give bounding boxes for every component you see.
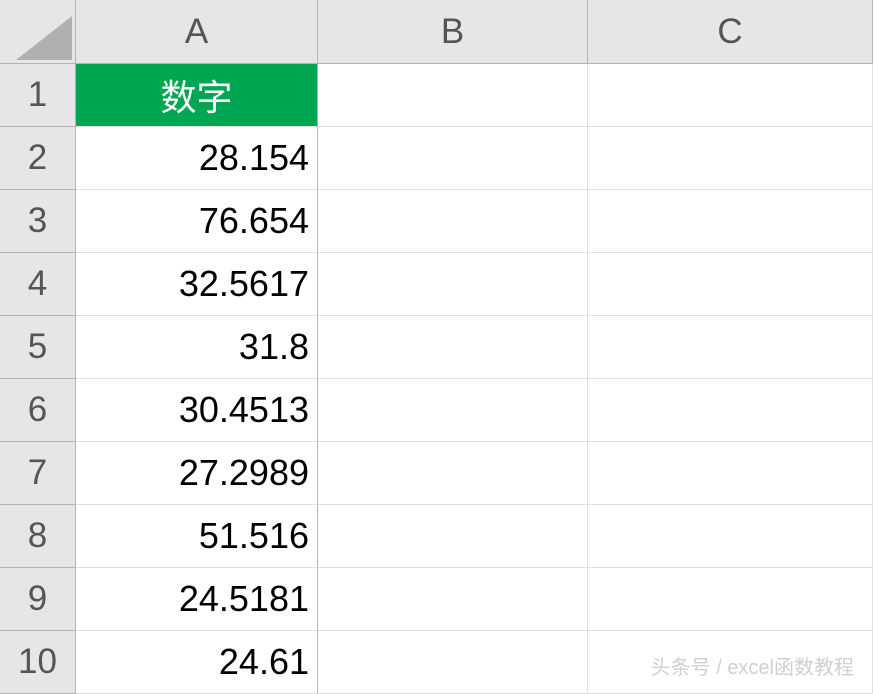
cell-c5[interactable] xyxy=(588,316,873,379)
cell-a10[interactable]: 24.61 xyxy=(76,631,318,694)
spreadsheet-grid: A B C 1 数字 2 28.154 3 76.654 4 32.5617 5… xyxy=(0,0,874,694)
cell-c1[interactable] xyxy=(588,64,873,127)
row-header-7[interactable]: 7 xyxy=(0,442,76,505)
cell-c2[interactable] xyxy=(588,127,873,190)
cell-b10[interactable] xyxy=(318,631,588,694)
cell-a2[interactable]: 28.154 xyxy=(76,127,318,190)
cell-a8[interactable]: 51.516 xyxy=(76,505,318,568)
cell-b7[interactable] xyxy=(318,442,588,505)
cell-c8[interactable] xyxy=(588,505,873,568)
row-header-10[interactable]: 10 xyxy=(0,631,76,694)
cell-a4[interactable]: 32.5617 xyxy=(76,253,318,316)
cell-b1[interactable] xyxy=(318,64,588,127)
cell-b4[interactable] xyxy=(318,253,588,316)
row-header-1[interactable]: 1 xyxy=(0,64,76,127)
cell-b3[interactable] xyxy=(318,190,588,253)
cell-c7[interactable] xyxy=(588,442,873,505)
cell-c3[interactable] xyxy=(588,190,873,253)
cell-a3[interactable]: 76.654 xyxy=(76,190,318,253)
cell-a6[interactable]: 30.4513 xyxy=(76,379,318,442)
col-header-a[interactable]: A xyxy=(76,0,318,64)
cell-b9[interactable] xyxy=(318,568,588,631)
cell-c6[interactable] xyxy=(588,379,873,442)
row-header-5[interactable]: 5 xyxy=(0,316,76,379)
cell-a7[interactable]: 27.2989 xyxy=(76,442,318,505)
cell-b8[interactable] xyxy=(318,505,588,568)
cell-c9[interactable] xyxy=(588,568,873,631)
row-header-2[interactable]: 2 xyxy=(0,127,76,190)
cell-a1[interactable]: 数字 xyxy=(76,64,318,127)
watermark-text: 头条号 / excel函数教程 xyxy=(651,651,854,680)
cell-a5[interactable]: 31.8 xyxy=(76,316,318,379)
row-header-9[interactable]: 9 xyxy=(0,568,76,631)
cell-b5[interactable] xyxy=(318,316,588,379)
cell-c4[interactable] xyxy=(588,253,873,316)
row-header-3[interactable]: 3 xyxy=(0,190,76,253)
cell-b6[interactable] xyxy=(318,379,588,442)
col-header-c[interactable]: C xyxy=(588,0,873,64)
col-header-b[interactable]: B xyxy=(318,0,588,64)
row-header-8[interactable]: 8 xyxy=(0,505,76,568)
cell-a9[interactable]: 24.5181 xyxy=(76,568,318,631)
row-header-6[interactable]: 6 xyxy=(0,379,76,442)
cell-b2[interactable] xyxy=(318,127,588,190)
select-all-corner[interactable] xyxy=(0,0,76,64)
row-header-4[interactable]: 4 xyxy=(0,253,76,316)
